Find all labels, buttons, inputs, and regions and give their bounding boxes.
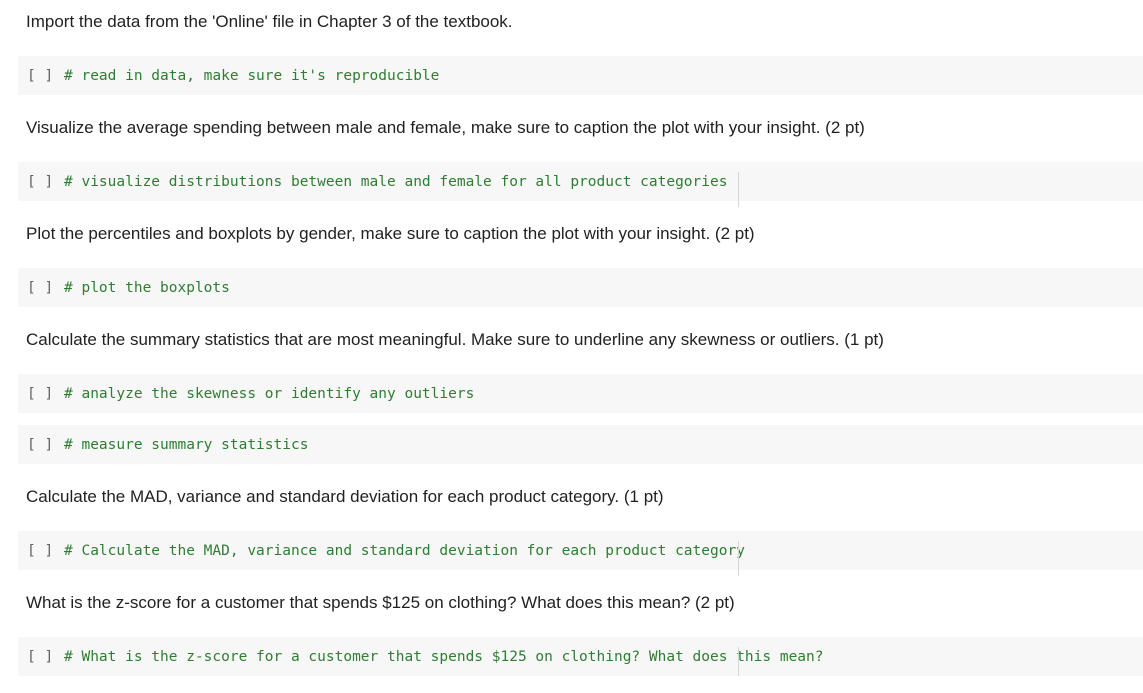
text-cell-plot-percentiles[interactable]: Plot the percentiles and boxplots by gen… <box>18 214 1143 254</box>
cell-text: Import the data from the 'Online' file i… <box>26 12 513 31</box>
run-cell-button[interactable]: [ ] <box>27 386 53 402</box>
run-cell-button[interactable]: [ ] <box>27 543 53 559</box>
code-cell-analyze-skewness[interactable]: [ ] # analyze the skewness or identify a… <box>18 374 1143 413</box>
code-cell-calculate-mad[interactable]: [ ] # Calculate the MAD, variance and st… <box>18 531 1143 576</box>
run-cell-button[interactable]: [ ] <box>27 68 53 84</box>
code-comment: # measure summary statistics <box>64 436 309 453</box>
code-cell-plot-boxplots[interactable]: [ ] # plot the boxplots <box>18 268 1143 307</box>
run-cell-button[interactable]: [ ] <box>27 174 53 190</box>
code-comment: # analyze the skewness or identify any o… <box>64 385 475 402</box>
text-cell-import-data[interactable]: Import the data from the 'Online' file i… <box>18 2 1143 42</box>
line-length-ruler <box>738 172 739 207</box>
run-cell-button[interactable]: [ ] <box>27 437 53 453</box>
cell-text: What is the z-score for a customer that … <box>26 593 735 612</box>
code-comment: # read in data, make sure it's reproduci… <box>64 67 440 84</box>
text-cell-mad-variance[interactable]: Calculate the MAD, variance and standard… <box>18 477 1143 517</box>
code-cell-z-score[interactable]: [ ] # What is the z-score for a customer… <box>18 637 1143 676</box>
run-cell-button[interactable]: [ ] <box>27 280 53 296</box>
text-cell-z-score[interactable]: What is the z-score for a customer that … <box>18 583 1143 623</box>
code-comment: # visualize distributions between male a… <box>64 173 728 190</box>
code-comment: # Calculate the MAD, variance and standa… <box>64 542 745 559</box>
line-length-ruler <box>738 647 739 676</box>
code-cell-read-data[interactable]: [ ] # read in data, make sure it's repro… <box>18 56 1143 95</box>
code-comment: # plot the boxplots <box>64 279 230 296</box>
code-cell-measure-summary[interactable]: [ ] # measure summary statistics <box>18 425 1143 464</box>
code-cell-visualize-distributions[interactable]: [ ] # visualize distributions between ma… <box>18 162 1143 207</box>
code-comment: # What is the z-score for a customer tha… <box>64 648 824 665</box>
cell-text: Calculate the summary statistics that ar… <box>26 330 884 349</box>
text-cell-summary-statistics[interactable]: Calculate the summary statistics that ar… <box>18 320 1143 360</box>
line-length-ruler <box>738 541 739 576</box>
cell-text: Visualize the average spending between m… <box>26 118 865 137</box>
cell-text: Calculate the MAD, variance and standard… <box>26 487 664 506</box>
cell-text: Plot the percentiles and boxplots by gen… <box>26 224 755 243</box>
text-cell-visualize-spending[interactable]: Visualize the average spending between m… <box>18 108 1143 148</box>
run-cell-button[interactable]: [ ] <box>27 649 53 665</box>
